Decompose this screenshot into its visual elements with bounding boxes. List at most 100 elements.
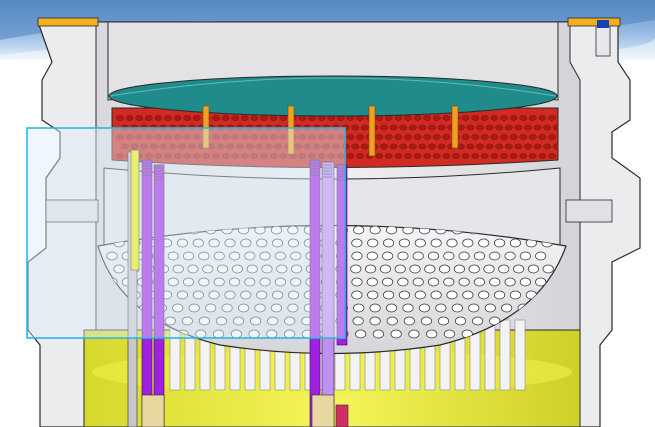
bowl-hole [473, 277, 485, 287]
plate-hole [533, 143, 542, 150]
plate-hole [538, 134, 547, 140]
plate-hole [279, 115, 288, 121]
plate-hole [437, 143, 446, 150]
plate-hole [490, 115, 499, 121]
plate-hole [269, 115, 278, 121]
plate-hole [231, 115, 239, 121]
bowl-hole [383, 238, 395, 248]
plate-hole [519, 134, 528, 140]
bowl-hole [397, 251, 409, 261]
plate-hole [476, 124, 484, 131]
plate-hole [495, 124, 504, 131]
plate-hole [212, 115, 220, 121]
bowl-hole [367, 238, 379, 248]
plate-hole [432, 153, 441, 159]
bowl-hole [379, 264, 391, 274]
plate-hole [135, 115, 143, 121]
plate-hole [154, 115, 163, 121]
plate-hole [404, 134, 412, 140]
plate-hole [423, 153, 432, 159]
plate-hole [394, 134, 403, 140]
plate-hole [504, 124, 513, 131]
plate-hole [485, 143, 494, 150]
bowl-hole [453, 264, 465, 274]
plate-hole [351, 124, 360, 131]
plate-hole [519, 153, 528, 159]
plate-hole [490, 134, 499, 140]
plate-hole [500, 134, 508, 140]
plate-hole [471, 134, 480, 140]
bowl-hole [382, 251, 394, 261]
plate-hole [476, 143, 484, 150]
plate-hole [125, 115, 134, 121]
bowl-hole [420, 316, 432, 326]
bowl-hole [408, 329, 420, 339]
bowl-hole [527, 264, 539, 274]
bowl-hole [504, 277, 516, 287]
bowl-hole [437, 316, 450, 326]
plate-hole [221, 115, 230, 121]
plate-hole [437, 124, 446, 131]
plate-hole [548, 153, 556, 159]
plate-hole [442, 153, 451, 159]
plate-hole [480, 153, 489, 159]
plate-hole [442, 115, 451, 121]
plate-hole [480, 134, 489, 140]
plate-hole [351, 143, 360, 150]
bowl-hole [472, 316, 484, 326]
highlight-box [26, 127, 346, 339]
plate-hole [356, 134, 364, 140]
plate-hole [116, 115, 124, 121]
bowl-hole [498, 264, 510, 274]
plate-hole [466, 124, 475, 131]
plate-hole [164, 115, 172, 121]
bowl-hole [424, 264, 436, 274]
bowl-hole [458, 251, 470, 261]
plate-hole [192, 115, 201, 121]
plate-hole [480, 115, 489, 121]
bowl-hole [355, 329, 367, 339]
plate-hole [408, 124, 417, 131]
support-column [499, 319, 511, 391]
plate-hole [384, 115, 393, 121]
plate-hole [432, 115, 441, 121]
bowl-hole [501, 303, 513, 313]
plate-hole [418, 124, 427, 131]
bowl-hole [435, 303, 447, 313]
bowl-hole [369, 225, 381, 235]
bowl-hole [430, 290, 442, 300]
bowl-hole [403, 316, 415, 326]
plate-hole [514, 124, 523, 131]
bowl-hole [390, 329, 402, 339]
plate-hole [452, 153, 460, 159]
bowl-hole [468, 264, 480, 274]
bowl-hole [446, 238, 458, 248]
bowl-hole [372, 329, 384, 339]
bowl-hole [451, 303, 463, 313]
plate-hole [461, 115, 470, 121]
bowl-hole [494, 238, 506, 248]
bowl-hole [383, 290, 395, 300]
bowl-hole [386, 225, 398, 235]
plate-hole [485, 124, 494, 131]
bowl-hole [382, 277, 394, 287]
support-column [514, 319, 526, 391]
plate-hole [543, 143, 552, 150]
plate-hole [413, 153, 422, 159]
plate-hole [413, 134, 422, 140]
bowl-hole [458, 277, 470, 287]
bowl-hole [350, 264, 362, 274]
vessel-cutaway-drawing [0, 0, 655, 427]
plate-hole [548, 115, 556, 121]
plate-hole [524, 124, 532, 131]
plate-hole [428, 143, 436, 150]
plate-hole [461, 153, 470, 159]
plate-hole [442, 134, 451, 140]
plate-hole [432, 134, 441, 140]
bowl-hole [398, 290, 410, 300]
plate-hole [240, 115, 249, 121]
figure-canvas [0, 0, 655, 427]
bowl-hole [542, 264, 554, 274]
plate-hole [384, 153, 393, 159]
plate-hole [173, 115, 182, 121]
